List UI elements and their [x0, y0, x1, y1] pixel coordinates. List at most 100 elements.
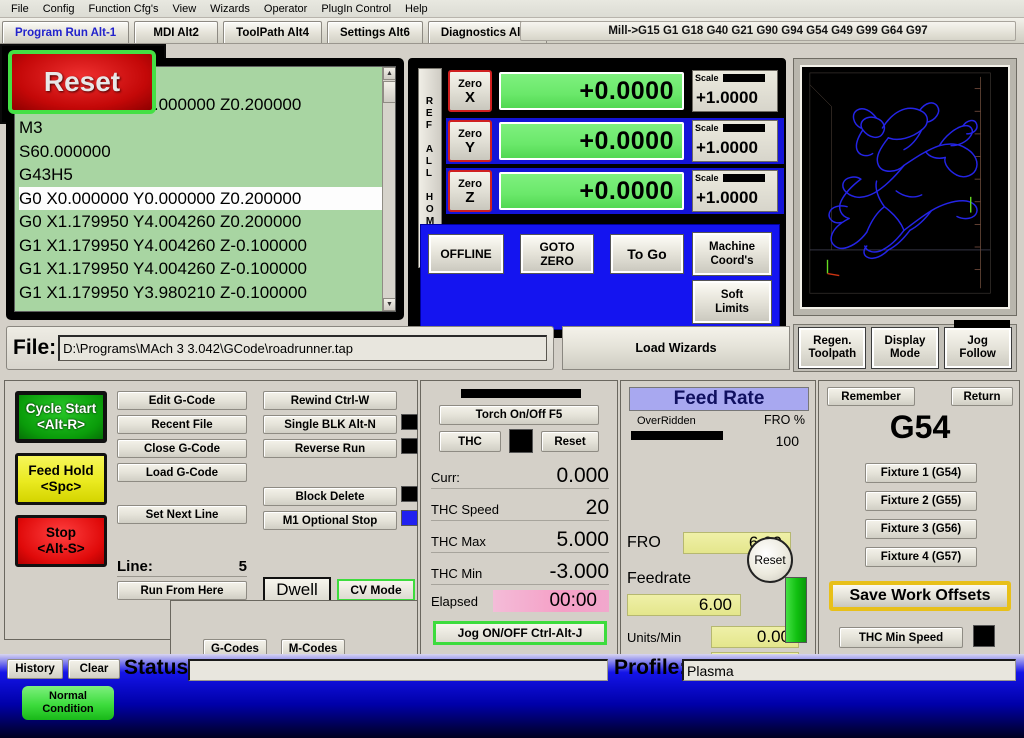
file-path-field[interactable]: D:\Programs\MAch 3 3.042\GCode\roadrunne…: [58, 335, 547, 361]
reverse-run-button[interactable]: Reverse Run: [263, 439, 397, 458]
thc-current-value[interactable]: 0.000: [556, 464, 609, 488]
gcode-line-current[interactable]: G0 X0.000000 Y0.000000 Z0.200000: [19, 186, 391, 210]
m1-optional-stop-button[interactable]: M1 Optional Stop: [263, 511, 397, 530]
return-button[interactable]: Return: [951, 387, 1013, 406]
zero-x-button[interactable]: Zero X: [448, 70, 492, 112]
menu-item-view[interactable]: View: [166, 2, 204, 16]
history-button[interactable]: History: [7, 659, 63, 679]
load-gcode-button[interactable]: Load G-Code: [117, 463, 247, 482]
block-delete-button[interactable]: Block Delete: [263, 487, 397, 506]
goto-zero-button[interactable]: GOTO ZERO: [520, 234, 594, 274]
fixture-3-button[interactable]: Fixture 3 (G56): [865, 519, 977, 539]
gcode-scrollbar[interactable]: ▲ ▼: [382, 67, 395, 311]
gcode-line[interactable]: G43H5: [19, 163, 391, 187]
close-gcode-button[interactable]: Close G-Code: [117, 439, 247, 458]
menu-item-operator[interactable]: Operator: [257, 2, 314, 16]
status-field[interactable]: [188, 659, 608, 681]
scale-y-box[interactable]: Scale +1.0000: [692, 120, 778, 162]
dro-x-value[interactable]: +0.0000: [499, 72, 684, 110]
clear-button[interactable]: Clear: [68, 659, 120, 679]
regen-toolpath-button[interactable]: Regen. Toolpath: [798, 327, 867, 369]
menu-item-file[interactable]: File: [4, 2, 36, 16]
to-go-button[interactable]: To Go: [610, 234, 684, 274]
status-bar: History Clear Status: Profile: Plasma No…: [0, 654, 1024, 738]
thc-max-row: THC Max 5.000: [431, 527, 609, 553]
gcode-line[interactable]: M3: [19, 116, 391, 140]
display-mode-button[interactable]: Display Mode: [870, 327, 939, 369]
gcode-line[interactable]: G0 X1.179950 Y4.004260 Z0.200000: [19, 210, 391, 234]
scale-y-value[interactable]: +1.0000: [693, 135, 777, 161]
toolpath-display[interactable]: [800, 65, 1010, 309]
run-from-here-button[interactable]: Run From Here: [117, 581, 247, 600]
tab-mdi[interactable]: MDI Alt2: [134, 21, 219, 43]
gcode-line[interactable]: S60.000000: [19, 140, 391, 164]
fixture-4-button[interactable]: Fixture 4 (G57): [865, 547, 977, 567]
gcode-line[interactable]: G1 X1.179950 Y3.980210 Z-0.100000: [19, 281, 391, 305]
cycle-start-button[interactable]: Cycle Start <Alt-R>: [15, 391, 107, 443]
thc-min-value[interactable]: -3.000: [549, 560, 609, 584]
scale-z-box[interactable]: Scale +1.0000: [692, 170, 778, 212]
jog-follow-label-2: Follow: [959, 348, 996, 360]
machine-coords-label-1: Machine: [708, 241, 755, 253]
axis-y-label: Y: [464, 139, 475, 156]
scrollbar-thumb[interactable]: [383, 81, 395, 103]
single-blk-button[interactable]: Single BLK Alt-N: [263, 415, 397, 434]
scroll-down-icon[interactable]: ▼: [383, 298, 395, 311]
zero-z-button[interactable]: Zero Z: [448, 170, 492, 212]
reset-button[interactable]: Reset: [8, 50, 156, 114]
feedrate-gauge: [785, 577, 807, 643]
remember-button[interactable]: Remember: [827, 387, 915, 406]
set-next-line-button[interactable]: Set Next Line: [117, 505, 247, 524]
menu-item-config[interactable]: Config: [36, 2, 82, 16]
offline-label: OFFLINE: [440, 247, 492, 261]
fixture-1-button[interactable]: Fixture 1 (G54): [865, 463, 977, 483]
scale-z-value[interactable]: +1.0000: [693, 185, 777, 211]
rewind-button[interactable]: Rewind Ctrl-W: [263, 391, 397, 410]
line-value[interactable]: 5: [239, 558, 247, 575]
fixture-2-button[interactable]: Fixture 2 (G55): [865, 491, 977, 511]
scale-z-header: Scale: [693, 171, 777, 185]
tab-program-run[interactable]: Program Run Alt-1: [2, 21, 130, 43]
zero-y-button[interactable]: Zero Y: [448, 120, 492, 162]
reset-panel: Reset: [0, 44, 166, 124]
jog-on-off-button[interactable]: Jog ON/OFF Ctrl-Alt-J: [433, 621, 607, 645]
feed-hold-button[interactable]: Feed Hold <Spc>: [15, 453, 107, 505]
jog-follow-button[interactable]: Jog Follow: [943, 327, 1012, 369]
save-work-offsets-button[interactable]: Save Work Offsets: [829, 581, 1011, 611]
dro-y-value[interactable]: +0.0000: [499, 122, 684, 160]
regen-toolpath-label-1: Regen.: [813, 335, 852, 347]
menu-item-plugin-control[interactable]: PlugIn Control: [314, 2, 398, 16]
thc-toggle-button[interactable]: THC: [439, 431, 501, 452]
soft-limits-button[interactable]: Soft Limits: [692, 280, 772, 324]
load-wizards-button[interactable]: Load Wizards: [562, 326, 790, 370]
gcode-line[interactable]: G1 X1.179950 Y4.004260 Z-0.100000: [19, 234, 391, 258]
profile-field[interactable]: Plasma: [682, 659, 1016, 681]
menu-item-help[interactable]: Help: [398, 2, 435, 16]
thc-speed-value[interactable]: 20: [586, 496, 609, 520]
line-number-row: Line: 5: [117, 557, 247, 577]
scroll-up-icon[interactable]: ▲: [383, 67, 395, 80]
stop-button[interactable]: Stop <Alt-S>: [15, 515, 107, 567]
thc-min-speed-button[interactable]: THC Min Speed: [839, 627, 963, 648]
feed-hold-label-1: Feed Hold: [28, 463, 94, 478]
scale-x-box[interactable]: Scale +1.0000: [692, 70, 778, 112]
scale-y-label: Scale: [695, 123, 719, 133]
edit-gcode-button[interactable]: Edit G-Code: [117, 391, 247, 410]
dro-z-value[interactable]: +0.0000: [499, 172, 684, 210]
offline-button[interactable]: OFFLINE: [428, 234, 504, 274]
thc-speed-row: THC Speed 20: [431, 495, 609, 521]
menu-item-wizards[interactable]: Wizards: [203, 2, 257, 16]
machine-coords-button[interactable]: Machine Coord's: [692, 232, 772, 276]
normal-condition-label-2: Condition: [42, 703, 94, 715]
menu-item-function-cfgs[interactable]: Function Cfg's: [82, 2, 166, 16]
thc-max-value[interactable]: 5.000: [556, 528, 609, 552]
tab-settings[interactable]: Settings Alt6: [327, 21, 423, 43]
thc-reset-button[interactable]: Reset: [541, 431, 599, 452]
torch-on-off-button[interactable]: Torch On/Off F5: [439, 405, 599, 425]
feedrate-value-field[interactable]: 6.00: [627, 594, 741, 616]
tab-toolpath[interactable]: ToolPath Alt4: [223, 21, 323, 43]
scale-x-value[interactable]: +1.0000: [693, 85, 777, 111]
recent-file-button[interactable]: Recent File: [117, 415, 247, 434]
gcode-line[interactable]: G1 X1.179950 Y4.004260 Z-0.100000: [19, 257, 391, 281]
cv-mode-button[interactable]: CV Mode: [337, 579, 415, 601]
